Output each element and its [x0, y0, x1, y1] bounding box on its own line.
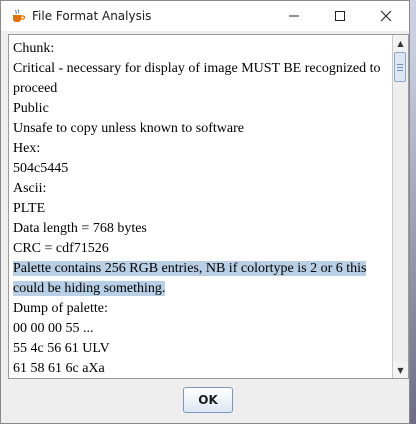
java-cup-icon	[10, 8, 26, 24]
chevron-down-icon: ▼	[397, 365, 404, 375]
scroll-up-button[interactable]: ▲	[393, 35, 408, 51]
analysis-text-area[interactable]: Chunk: Critical - necessary for display …	[9, 35, 391, 378]
text-line: Ascii:	[13, 181, 47, 196]
text-line: Data length = 768 bytes	[13, 221, 147, 236]
selection-highlight: could be hiding something.	[13, 281, 166, 296]
text-line: 61 58 61 6c aXa	[13, 361, 105, 376]
text-line: Critical - necessary for display of imag…	[13, 61, 381, 76]
grip-line	[397, 64, 403, 65]
chevron-up-icon: ▲	[397, 38, 404, 48]
text-line: 504c5445	[13, 161, 69, 176]
ok-button[interactable]: OK	[183, 387, 233, 413]
grip-line	[397, 70, 403, 71]
text-line: CRC = cdf71526	[13, 241, 109, 256]
grip-line	[397, 67, 403, 68]
text-line: PLTE	[13, 201, 46, 216]
text-line: 00 00 00 55 ...	[13, 321, 94, 336]
file-format-analysis-dialog: File Format Analysis Chunk: Critical - n…	[0, 0, 410, 424]
text-line: Public	[13, 101, 49, 116]
scroll-down-button[interactable]: ▼	[393, 362, 408, 378]
analysis-text-panel[interactable]: Chunk: Critical - necessary for display …	[8, 34, 409, 379]
vertical-scrollbar[interactable]: ▲ ▼	[392, 35, 408, 378]
close-button[interactable]	[363, 1, 409, 31]
maximize-icon	[335, 11, 345, 21]
selected-text-line: could be hiding something.	[13, 279, 387, 299]
window-title: File Format Analysis	[32, 9, 152, 23]
text-line: 55 4c 56 61 ULV	[13, 341, 110, 356]
text-line: Hex:	[13, 141, 41, 156]
close-icon	[380, 10, 392, 22]
minimize-button[interactable]	[271, 1, 317, 31]
title-bar[interactable]: File Format Analysis	[1, 1, 409, 31]
text-line: Unsafe to copy unless known to software	[13, 121, 244, 136]
maximize-button[interactable]	[317, 1, 363, 31]
text-line: proceed	[13, 81, 58, 96]
selection-highlight: Palette contains 256 RGB entries, NB if …	[13, 261, 367, 276]
text-line: Chunk:	[13, 41, 55, 56]
scrollbar-thumb[interactable]	[394, 52, 406, 82]
minimize-icon	[289, 15, 299, 17]
selected-text-line: Palette contains 256 RGB entries, NB if …	[13, 259, 387, 279]
text-line: Dump of palette:	[13, 301, 108, 316]
